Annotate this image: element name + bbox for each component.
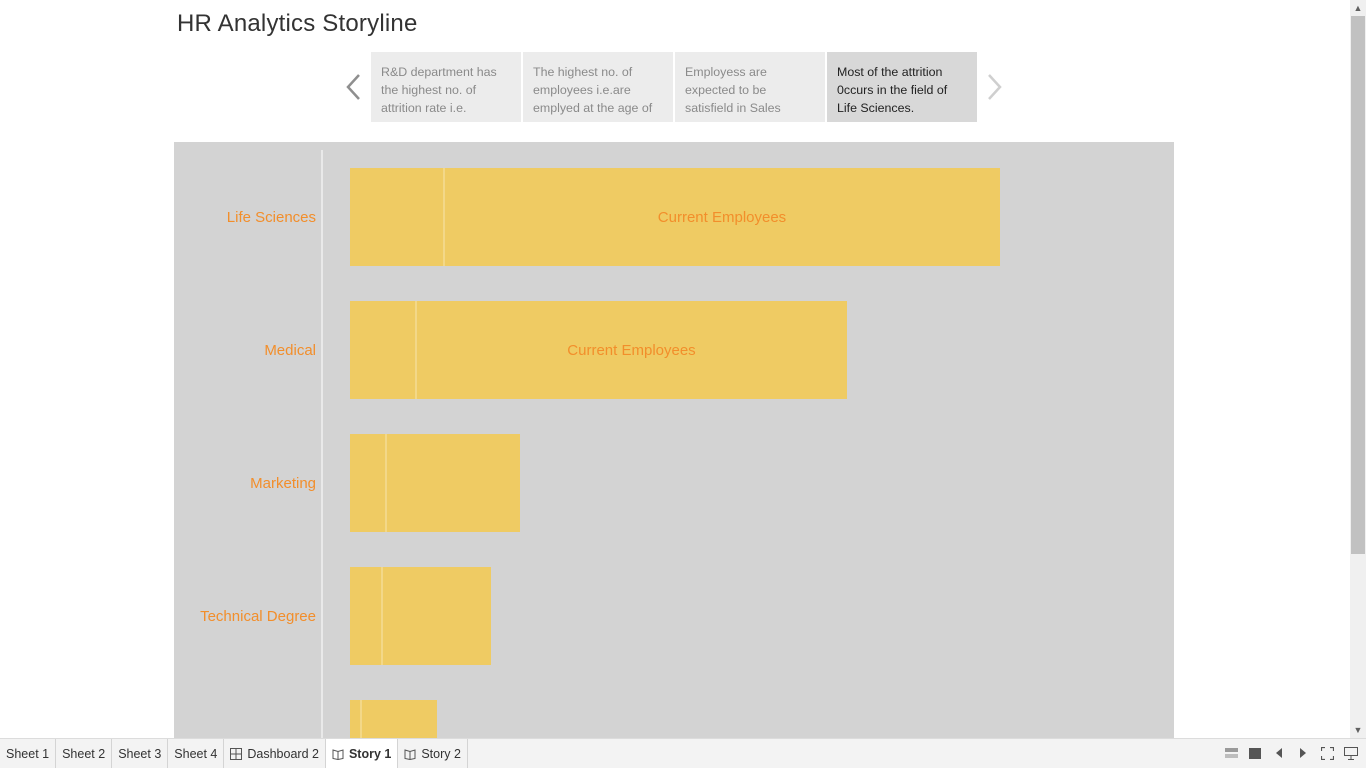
next-story-point-button[interactable] [984, 70, 1004, 104]
tab-label: Sheet 4 [174, 746, 218, 761]
dashboard-icon [230, 747, 243, 760]
category-label: Technical Degree [200, 608, 316, 625]
previous-story-point-button[interactable] [344, 70, 364, 104]
attrition-by-education-field-chart: Life Sciences Current Employees Medical Cur… [174, 142, 1174, 738]
next-sheet-icon[interactable] [1296, 745, 1310, 761]
story-icon [404, 748, 416, 760]
segment-label: Current Employees [567, 342, 695, 359]
bar-chart-svg: Life Sciences Current Employees Medical Cur… [200, 150, 1000, 738]
story-point-text: R&D department has the highest no. of at… [381, 65, 497, 115]
story-point-3[interactable]: Employess are expected to be satisfield … [675, 52, 825, 122]
show-sheet-sorter-icon[interactable] [1224, 745, 1238, 761]
tab-label: Story 2 [421, 746, 461, 761]
story-point-text: Employess are expected to be satisfield … [685, 65, 781, 115]
sheet-tab-bar: Sheet 1 Sheet 2 Sheet 3 Sheet 4 Dashboar… [0, 738, 1366, 768]
tab-label: Sheet 2 [62, 746, 106, 761]
story-title: HR Analytics Storyline [177, 10, 418, 37]
attrition-bar-segment[interactable] [350, 567, 382, 665]
story-point-text: Most of the attrition 0ccurs in the fiel… [837, 65, 948, 115]
story-navigator: R&D department has the highest no. of at… [371, 52, 977, 122]
story-point-4[interactable]: Most of the attrition 0ccurs in the fiel… [827, 52, 977, 122]
current-employees-bar-segment[interactable] [386, 434, 520, 532]
scrollbar-thumb[interactable] [1351, 16, 1365, 554]
chevron-left-icon [346, 74, 360, 100]
attrition-bar-segment[interactable] [350, 301, 416, 399]
full-screen-icon[interactable] [1320, 745, 1334, 761]
story-icon [332, 748, 344, 760]
story-point-text: The highest no. of employees i.e.are emp… [533, 65, 653, 115]
scroll-down-arrow-icon[interactable]: ▼ [1350, 722, 1366, 738]
tab-label: Dashboard 2 [247, 746, 319, 761]
tab-sheet-3[interactable]: Sheet 3 [112, 739, 169, 768]
tab-sheet-2[interactable]: Sheet 2 [56, 739, 113, 768]
show-filmstrip-icon[interactable] [1248, 745, 1262, 761]
attrition-bar-segment[interactable] [350, 700, 361, 738]
tab-story-1[interactable]: Story 1 [325, 739, 399, 768]
tab-dashboard-2[interactable]: Dashboard 2 [224, 739, 326, 768]
category-label: Medical [264, 342, 316, 359]
story-point-1[interactable]: R&D department has the highest no. of at… [371, 52, 521, 122]
current-employees-bar-segment[interactable] [361, 700, 437, 738]
scroll-up-arrow-icon[interactable]: ▲ [1350, 0, 1366, 16]
current-employees-bar-segment[interactable] [382, 567, 491, 665]
tab-label: Sheet 1 [6, 746, 50, 761]
segment-label: Current Employees [658, 209, 786, 226]
story-point-2[interactable]: The highest no. of employees i.e.are emp… [523, 52, 673, 122]
tab-label: Story 1 [348, 746, 392, 761]
tab-sheet-1[interactable]: Sheet 1 [0, 739, 57, 768]
category-label: Life Sciences [227, 209, 316, 226]
previous-sheet-icon[interactable] [1272, 745, 1286, 761]
tab-label: Sheet 3 [118, 746, 162, 761]
attrition-bar-segment[interactable] [350, 434, 386, 532]
tab-sheet-4[interactable]: Sheet 4 [168, 739, 225, 768]
chevron-right-icon [988, 74, 1002, 100]
tab-story-2[interactable]: Story 2 [398, 739, 468, 768]
attrition-bar-segment[interactable] [350, 168, 444, 266]
category-label: Marketing [250, 475, 316, 492]
presentation-mode-icon[interactable] [1344, 745, 1358, 761]
